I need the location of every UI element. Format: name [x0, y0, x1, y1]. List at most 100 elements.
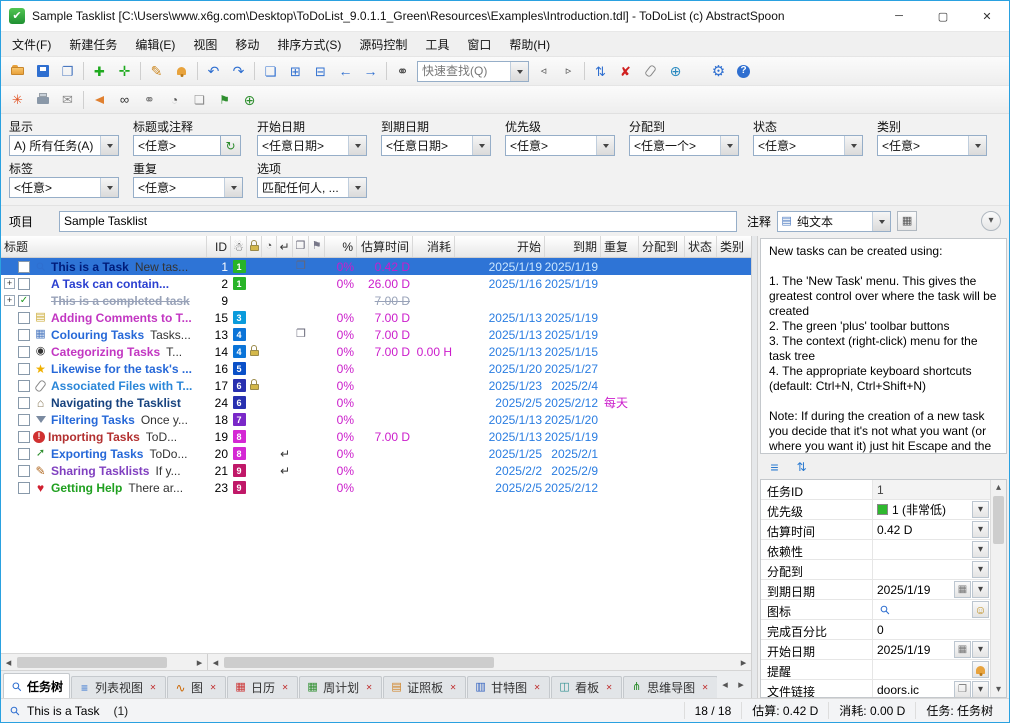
back-button[interactable]: ← [333, 60, 358, 83]
filter-combo[interactable]: <任意> [9, 177, 119, 198]
column-header-lock[interactable] [247, 236, 262, 257]
project-title-input[interactable] [59, 211, 737, 232]
calendar-button[interactable]: ▦ [954, 581, 971, 598]
column-header-pri[interactable]: ☃ [231, 236, 247, 257]
chain-button[interactable]: ⚭ [137, 88, 162, 111]
tab-chart[interactable]: ∿图✕ [167, 676, 226, 698]
dropdown-button[interactable]: ▾ [972, 681, 989, 697]
task-row[interactable]: ▦Colouring TasksTasks...134❐0%7.00 D2025… [1, 326, 751, 343]
column-header-ret[interactable]: ↵ [277, 236, 293, 257]
filter-combo[interactable]: <任意日期> [257, 135, 367, 156]
comments-format-combo[interactable]: ▤ 纯文本 [777, 211, 891, 232]
dropdown-button[interactable] [510, 62, 528, 81]
column-header-pct[interactable]: % [325, 236, 357, 257]
task-checkbox[interactable] [18, 414, 30, 426]
task-row[interactable]: +A Task can contain...210%26.00 D2025/1/… [1, 275, 751, 292]
attribute-value[interactable]: ▾ [873, 560, 991, 579]
find-tasks-button[interactable]: ⚭ [390, 60, 415, 83]
undo-button[interactable]: ↶ [201, 60, 226, 83]
tab-week[interactable]: ▦周计划✕ [299, 676, 382, 698]
copy-task-button[interactable]: ❐ [55, 60, 80, 83]
filter-combo[interactable]: <任意一个> [629, 135, 739, 156]
scroll-left-button[interactable]: ◂ [208, 655, 223, 670]
scrollbar-track[interactable] [223, 655, 736, 670]
attribute-value[interactable]: 2025/1/19▦▾ [873, 640, 991, 659]
column-header-recur[interactable]: 重复 [601, 236, 639, 257]
new-tasklist-button[interactable] [5, 60, 30, 83]
task-checkbox[interactable] [18, 261, 30, 273]
column-header-assign[interactable]: 分配到 [639, 236, 685, 257]
doc-button[interactable]: ❏ [187, 88, 212, 111]
filter-combo[interactable]: A) 所有任务(A) [9, 135, 119, 156]
tab-tree[interactable]: ⚲任务树 [3, 673, 70, 698]
tab-calendar[interactable]: ▦日历✕ [227, 676, 298, 698]
scrollbar-thumb[interactable] [17, 657, 167, 668]
dropdown-button[interactable]: ▾ [972, 641, 989, 658]
dropdown-button[interactable] [348, 178, 366, 197]
tab-close-button[interactable]: ✕ [147, 682, 159, 694]
delete-task-button[interactable]: ✘ [613, 60, 638, 83]
new-subtask-button[interactable]: ✛ [112, 60, 137, 83]
task-checkbox[interactable] [18, 380, 30, 392]
tab-board[interactable]: ▤证照板✕ [383, 676, 466, 698]
menu-item[interactable]: 视图 [184, 32, 226, 57]
task-checkbox[interactable] [18, 431, 30, 443]
dropdown-button[interactable] [472, 136, 490, 155]
expander[interactable]: + [4, 278, 15, 289]
task-checkbox[interactable] [18, 363, 30, 375]
quickfind-next-button[interactable]: ▹ [556, 60, 581, 83]
column-header-clock[interactable]: ◔ [262, 236, 277, 257]
asterisk-button[interactable]: ✳ [5, 88, 30, 111]
glasses-button[interactable]: ∞ [112, 88, 137, 111]
scroll-right-button[interactable]: ▸ [192, 655, 207, 670]
task-row[interactable]: +✓This is a completed task97.00 D [1, 292, 751, 309]
comments-editor[interactable]: New tasks can be created using: 1. The '… [760, 238, 1007, 454]
tab-close-button[interactable]: ✕ [447, 682, 459, 694]
task-row[interactable]: ◉Categorizing TasksT...1440%7.00 D0.00 H… [1, 343, 751, 360]
menu-item[interactable]: 文件(F) [3, 32, 60, 57]
attribute-value[interactable]: 1 [873, 480, 991, 499]
quickfind-input[interactable] [418, 64, 510, 78]
task-row[interactable]: ✎Sharing TasklistsIf y...219↵0%2025/2/22… [1, 462, 751, 479]
scroll-up-button[interactable]: ▴ [991, 480, 1006, 495]
bell-button[interactable] [972, 661, 989, 678]
filter-combo[interactable]: <任意> [505, 135, 615, 156]
filter-combo[interactable]: <任意> [133, 177, 243, 198]
column-header-status[interactable]: 状态 [685, 236, 717, 257]
expand-all-button[interactable]: ⊞ [283, 60, 308, 83]
scroll-down-button[interactable]: ▾ [991, 682, 1006, 697]
task-checkbox[interactable] [18, 278, 30, 290]
maximize-view-button[interactable]: ❏ [258, 60, 283, 83]
tab-gantt[interactable]: ▥甘特图✕ [467, 676, 550, 698]
task-checkbox[interactable]: ✓ [18, 295, 30, 307]
sort-button[interactable]: ⇅ [588, 60, 613, 83]
folder-small-button[interactable]: ❐ [954, 681, 971, 697]
menu-item[interactable]: 工具 [416, 32, 458, 57]
tab-close-button[interactable]: ✕ [531, 682, 543, 694]
task-checkbox[interactable] [18, 397, 30, 409]
web-button[interactable]: ⊕ [237, 88, 262, 111]
task-row[interactable]: ➚Exporting TasksToDo...208↵0%2025/1/2520… [1, 445, 751, 462]
task-checkbox[interactable] [18, 346, 30, 358]
close-button[interactable]: ✕ [965, 1, 1009, 31]
column-header-start[interactable]: 开始 [455, 236, 545, 257]
attribute-value[interactable] [873, 660, 991, 679]
columns-hscrollbar[interactable]: ◂ ▸ [208, 654, 751, 670]
dropdown-button[interactable] [100, 136, 118, 155]
tag-button[interactable]: ⚑ [212, 88, 237, 111]
attribute-value[interactable]: 0.42 D▾ [873, 520, 991, 539]
tabs-scroll-right[interactable]: ▸ [733, 676, 749, 694]
task-checkbox[interactable] [18, 482, 30, 494]
attribute-value[interactable]: 0 [873, 620, 991, 639]
expander[interactable]: + [4, 295, 15, 306]
menu-item[interactable]: 窗口 [458, 32, 500, 57]
task-row[interactable]: ♥Getting HelpThere ar...2390%2025/2/5202… [1, 479, 751, 496]
attribute-value[interactable]: doors.ic❐▾ [873, 680, 991, 697]
print-button[interactable] [30, 88, 55, 111]
scrollbar-thumb[interactable] [993, 496, 1004, 544]
column-header-spent[interactable]: 消耗 [413, 236, 455, 257]
task-checkbox[interactable] [18, 448, 30, 460]
menu-item[interactable]: 新建任务 [60, 32, 126, 57]
task-row[interactable]: Filtering TasksOnce y...1870%2025/1/1320… [1, 411, 751, 428]
save-tasklist-button[interactable] [30, 60, 55, 83]
